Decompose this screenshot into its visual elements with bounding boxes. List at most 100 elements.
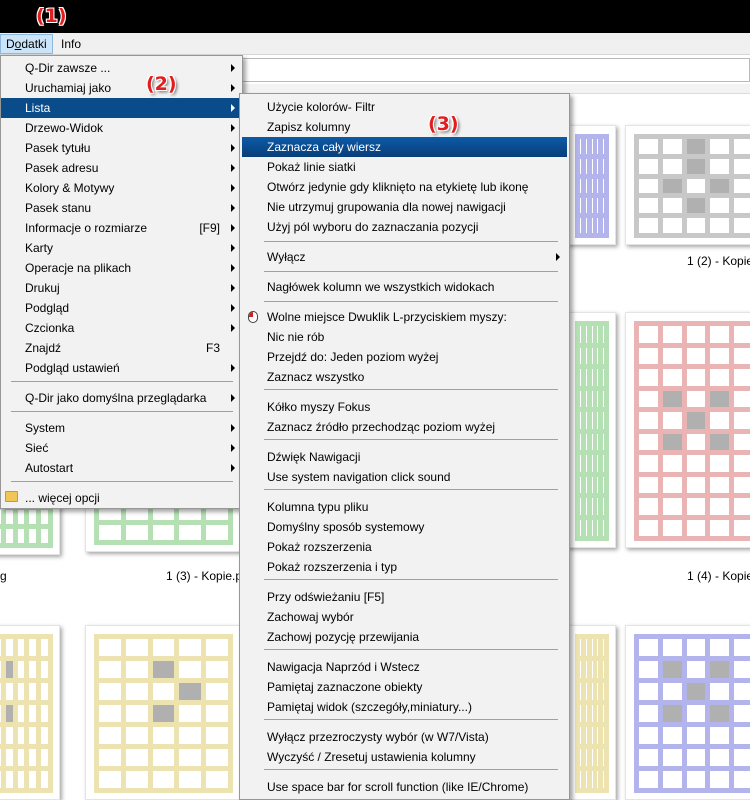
thumbnail-image [634, 634, 750, 793]
menu-separator [11, 411, 233, 412]
submenu-item-pokaz-linie-siatki[interactable]: Pokaż linie siatki [242, 157, 567, 177]
submenu-item-label: Kolumna typu pliku [267, 500, 369, 514]
menu-item-podglad[interactable]: Podgląd [1, 298, 242, 318]
menu-item-label: Czcionka [25, 321, 75, 335]
submenu-item-kolumna-typu-pliku[interactable]: Kolumna typu pliku [242, 497, 567, 517]
submenu-item-label: Domyślny sposób systemowy [267, 520, 425, 534]
address-bar[interactable] [242, 58, 750, 82]
chevron-right-icon [231, 104, 235, 112]
submenu-item-otworz-jedynie-gdy-kliknieto-na-etykiete-lub-ikone[interactable]: Otwórz jedynie gdy kliknięto na etykietę… [242, 177, 567, 197]
submenu-item-przejdz-do-jeden-poziom-wyzej[interactable]: Przejdź do: Jeden poziom wyżej [242, 347, 567, 367]
thumbnail-caption: 1 (2) - Kopie [687, 254, 750, 268]
thumbnail-image [575, 134, 609, 238]
menu-item-informacje-o-rozmiarze[interactable]: Informacje o rozmiarze [F9] [1, 218, 242, 238]
submenu-item-use-space-bar-for-scroll-function-like-ie-chrome[interactable]: Use space bar for scroll function (like … [242, 777, 567, 797]
chevron-right-icon [231, 464, 235, 472]
submenu-item-wolne-miejsce-dwuklik-l-przyciskiem-myszy[interactable]: Wolne miejsce Dwuklik L-przyciskiem mysz… [242, 307, 567, 327]
file-thumbnail[interactable] [625, 625, 750, 800]
submenu-item-zaznacza-caly-wiersz[interactable]: Zaznacza cały wiersz [242, 137, 567, 157]
submenu-item-zaznacz-wszystko[interactable]: Zaznacz wszystko [242, 367, 567, 387]
file-thumbnail[interactable] [0, 625, 60, 800]
submenu-item-label: Wolne miejsce Dwuklik L-przyciskiem mysz… [267, 310, 507, 324]
chevron-right-icon [231, 264, 235, 272]
menu-dodatki[interactable]: Dodatki [0, 34, 53, 54]
file-thumbnail[interactable] [566, 625, 616, 800]
menu-item-drukuj[interactable]: Drukuj [1, 278, 242, 298]
menu-item-q-dir-jako-domyslna-przegladarka[interactable]: Q-Dir jako domyślna przeglądarka [1, 388, 242, 408]
submenu-item-nie-utrzymuj-grupowania-dla-nowej-nawigacji[interactable]: Nie utrzymuj grupowania dla nowej nawiga… [242, 197, 567, 217]
file-thumbnail[interactable] [85, 625, 240, 800]
menu-item-label: Drzewo-Widok [25, 121, 104, 135]
chevron-right-icon [231, 64, 235, 72]
menu-separator [264, 579, 558, 580]
menu-item-czcionka[interactable]: Czcionka [1, 318, 242, 338]
menu-item-operacje-na-plikach[interactable]: Operacje na plikach [1, 258, 242, 278]
menu-item-karty[interactable]: Karty [1, 238, 242, 258]
thumbnail-image [0, 634, 53, 793]
submenu-item-label: Pokaż rozszerzenia [267, 540, 372, 554]
submenu-item-zaznacz-zrodlo-przechodzac-poziom-wyzej[interactable]: Zaznacz źródło przechodząc poziom wyżej [242, 417, 567, 437]
folder-icon [5, 491, 18, 502]
submenu-item-zachowj-pozycje-przewijania[interactable]: Zachowj pozycję przewijania [242, 627, 567, 647]
submenu-item-nic-nie-rob[interactable]: Nic nie rób [242, 327, 567, 347]
submenu-item-wylacz[interactable]: Wyłącz [242, 247, 567, 267]
file-thumbnail[interactable] [566, 312, 616, 548]
submenu-item-przy-odswiezaniu-f5[interactable]: Przy odświeżaniu [F5] [242, 587, 567, 607]
chevron-right-icon [231, 184, 235, 192]
menu-info[interactable]: Info [56, 34, 86, 54]
menu-item-pasek-tytulu[interactable]: Pasek tytułu [1, 138, 242, 158]
submenu-item-kolko-myszy-fokus[interactable]: Kółko myszy Fokus [242, 397, 567, 417]
submenu-item-zapisz-kolumny[interactable]: Zapisz kolumny [242, 117, 567, 137]
menu-item-pasek-stanu[interactable]: Pasek stanu [1, 198, 242, 218]
menu-separator [264, 241, 558, 242]
thumbnail-caption: 1 (4) - Kopie [687, 569, 750, 583]
menu-item-kolory-motywy[interactable]: Kolory & Motywy [1, 178, 242, 198]
menu-item-label: Drukuj [25, 281, 60, 295]
submenu-item-dzwiek-nawigacji[interactable]: Dźwięk Nawigacji [242, 447, 567, 467]
file-thumbnail[interactable] [566, 125, 616, 245]
menu-item-q-dir-zawsze[interactable]: Q-Dir zawsze ... [1, 58, 242, 78]
submenu-item-wyczysc-zresetuj-ustawienia-kolumny[interactable]: Wyczyść / Zresetuj ustawienia kolumny [242, 747, 567, 767]
submenu-item-nawigacja-naprzod-i-wstecz[interactable]: Nawigacja Naprzód i Wstecz [242, 657, 567, 677]
chevron-right-icon [231, 284, 235, 292]
menu-item-uruchamiaj-jako[interactable]: Uruchamiaj jako [1, 78, 242, 98]
menu-item-siec[interactable]: Sieć [1, 438, 242, 458]
file-thumbnail[interactable] [625, 312, 750, 548]
submenu-item-label: Użyj pól wyboru do zaznaczania pozycji [267, 220, 479, 234]
submenu-item-label: Wyłącz przezroczysty wybór (w W7/Vista) [267, 730, 489, 744]
submenu-item-naglowek-kolumn-we-wszystkich-widokach[interactable]: Nagłówek kolumn we wszystkich widokach [242, 277, 567, 297]
mouse-icon [248, 311, 258, 323]
menu-item-lista[interactable]: Lista [1, 98, 242, 118]
menu-item-autostart[interactable]: Autostart [1, 458, 242, 478]
thumbnail-image [634, 321, 750, 541]
shortcut-label: F3 [205, 341, 220, 355]
submenu-item-label: Zaznacz źródło przechodząc poziom wyżej [267, 420, 496, 434]
thumbnail-image [634, 134, 750, 238]
submenu-item-domyslny-sposob-systemowy[interactable]: Domyślny sposób systemowy [242, 517, 567, 537]
menu-item-podglad-ustawien[interactable]: Podgląd ustawień [1, 358, 242, 378]
submenu-item-pokaz-rozszerzenia-i-typ[interactable]: Pokaż rozszerzenia i typ [242, 557, 567, 577]
submenu-item-wylacz-przezroczysty-wybor-w-w7-vista[interactable]: Wyłącz przezroczysty wybór (w W7/Vista) [242, 727, 567, 747]
annotation-2: (2) [146, 73, 177, 95]
chevron-right-icon [231, 204, 235, 212]
chevron-right-icon [231, 324, 235, 332]
submenu-item-use-system-navigation-click-sound[interactable]: Use system navigation click sound [242, 467, 567, 487]
submenu-item-pokaz-rozszerzenia[interactable]: Pokaż rozszerzenia [242, 537, 567, 557]
menu-item-system[interactable]: System [1, 418, 242, 438]
shortcut-label: [F9] [199, 221, 220, 235]
menu-item-drzewo-widok[interactable]: Drzewo-Widok [1, 118, 242, 138]
chevron-right-icon [556, 253, 560, 261]
menu-item-label: Podgląd ustawień [25, 361, 120, 375]
menu-item-wiecej-opcji[interactable]: ... więcej opcji [1, 488, 242, 508]
menu-separator [264, 389, 558, 390]
menu-item-znajdz[interactable]: Znajdź F3 [1, 338, 242, 358]
submenu-item-uzycie-kolorow-filtr[interactable]: Użycie kolorów- Filtr [242, 97, 567, 117]
submenu-item-zachowaj-wybor[interactable]: Zachowaj wybór [242, 607, 567, 627]
menu-item-pasek-adresu[interactable]: Pasek adresu [1, 158, 242, 178]
submenu-item-pamietaj-zaznaczone-obiekty[interactable]: Pamiętaj zaznaczone obiekty [242, 677, 567, 697]
thumbnail-caption: 1 (3) - Kopie.p [166, 569, 243, 583]
menu-item-label: Uruchamiaj jako [25, 81, 112, 95]
file-thumbnail[interactable] [625, 125, 750, 245]
submenu-item-pamietaj-widok-szczegoly-miniatury[interactable]: Pamiętaj widok (szczegóły,miniatury...) [242, 697, 567, 717]
submenu-item-uzyj-pol-wyboru-do-zaznaczania-pozycji[interactable]: Użyj pól wyboru do zaznaczania pozycji [242, 217, 567, 237]
